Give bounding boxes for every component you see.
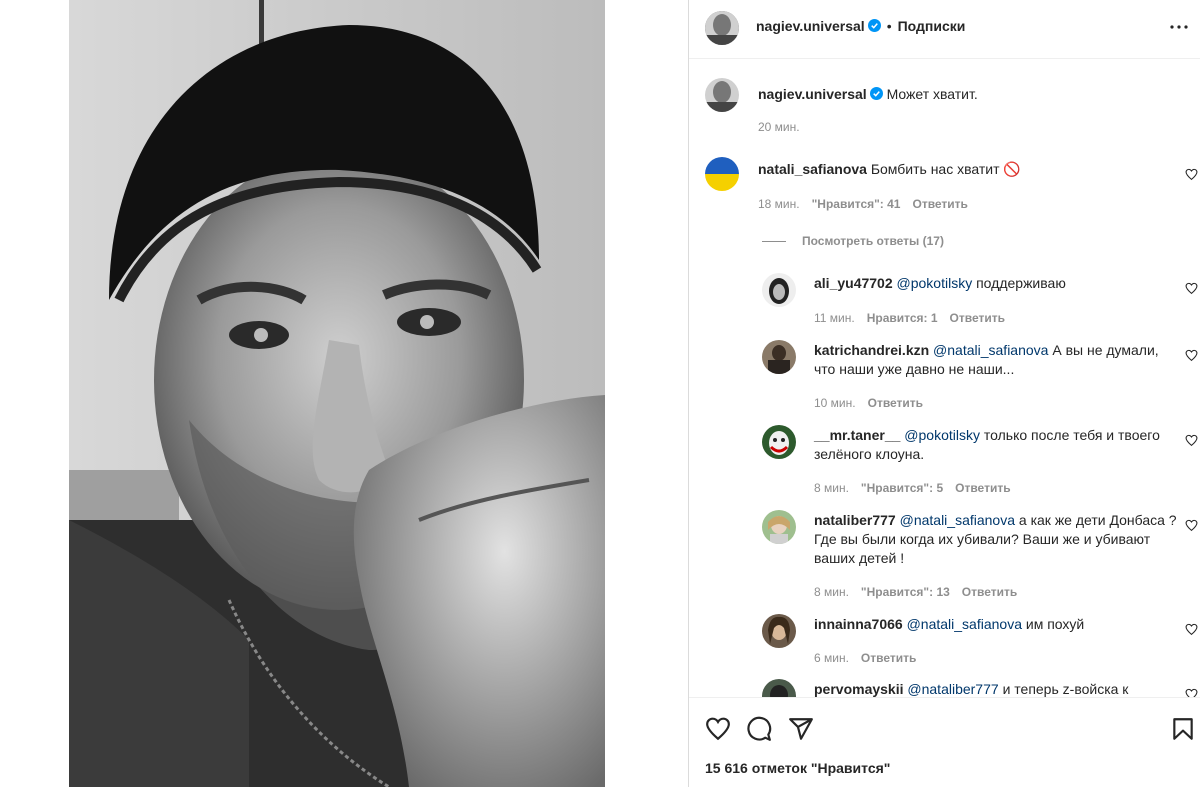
- reply-meta: 8 мин. "Нравится": 5 Ответить: [814, 481, 1023, 495]
- reply-button[interactable]: Ответить: [955, 481, 1010, 495]
- comment-time: 18 мин.: [758, 197, 800, 211]
- caption-text: nagiev.universal Может хватит.: [758, 85, 978, 104]
- reply-button[interactable]: Ответить: [962, 585, 1017, 599]
- post-header: nagiev.universal • Подписки: [689, 0, 1200, 59]
- reply-mention[interactable]: @pokotilsky: [897, 275, 973, 291]
- reply-button[interactable]: Ответить: [950, 311, 1005, 325]
- reply-username[interactable]: __mr.taner__: [814, 427, 900, 443]
- reply-username[interactable]: katrichandrei.kzn: [814, 342, 929, 358]
- reply-text: katrichandrei.kzn @natali_safianova А вы…: [814, 341, 1179, 379]
- reply-meta: 10 мин. Ответить: [814, 396, 935, 410]
- comment-avatar[interactable]: [705, 157, 739, 191]
- reply-mention[interactable]: @natali_safianova: [900, 512, 1015, 528]
- post-media-area: [0, 0, 688, 787]
- reply-mention[interactable]: @natali_safianova: [907, 616, 1022, 632]
- reply-text: pervomayskii @nataliber777 и теперь z-во…: [814, 680, 1128, 697]
- reply-mention[interactable]: @pokotilsky: [904, 427, 980, 443]
- reply-button[interactable]: Ответить: [861, 651, 916, 665]
- post-photo[interactable]: [69, 0, 605, 787]
- post-side-panel: nagiev.universal • Подписки nagiev.univers…: [689, 0, 1200, 787]
- likes-count[interactable]: 15 616 отметок "Нравится": [705, 760, 890, 776]
- reply-likes[interactable]: "Нравится": 5: [861, 481, 943, 495]
- reply-username[interactable]: nataliber777: [814, 512, 896, 528]
- reply-avatar[interactable]: [762, 340, 796, 374]
- comment-text: natali_safianova Бомбить нас хватит 🚫: [758, 160, 1021, 179]
- reply-text: ali_yu47702 @pokotilsky поддерживаю: [814, 274, 1174, 293]
- verified-badge-icon: [869, 87, 883, 100]
- reply-avatar[interactable]: [762, 510, 796, 544]
- portrait-image: [69, 0, 605, 787]
- reply-avatar[interactable]: [762, 679, 796, 697]
- reply-body: и теперь z-войска к: [1002, 681, 1129, 697]
- caption-meta: 20 мин.: [758, 120, 812, 134]
- comment-meta: 18 мин. "Нравится": 41 Ответить: [758, 197, 980, 211]
- reply-body: им похуй: [1025, 616, 1085, 632]
- reply-like-heart-icon[interactable]: [1185, 688, 1198, 697]
- reply-likes[interactable]: Нравится: 1: [867, 311, 938, 325]
- reply-meta: 6 мин. Ответить: [814, 651, 928, 665]
- more-options-icon[interactable]: [1167, 15, 1191, 39]
- reply-avatar[interactable]: [762, 273, 796, 307]
- author-username[interactable]: nagiev.universal: [756, 18, 865, 34]
- reply-meta: 8 мин. "Нравится": 13 Ответить: [814, 585, 1029, 599]
- comment-username[interactable]: natali_safianova: [758, 161, 867, 177]
- comment-icon[interactable]: [746, 716, 772, 742]
- reply-time: 11 мин.: [814, 311, 855, 325]
- bookmark-icon[interactable]: [1170, 716, 1196, 742]
- reply-text: innainna7066 @natali_safianova им похуй: [814, 615, 1179, 634]
- reply-body: поддерживаю: [976, 275, 1066, 291]
- comment-body: Бомбить нас хватит 🚫: [870, 161, 1021, 177]
- reply-mention[interactable]: @natali_safianova: [933, 342, 1048, 358]
- reply-time: 6 мин.: [814, 651, 849, 665]
- comment-likes[interactable]: "Нравится": 41: [812, 197, 901, 211]
- reply-mention[interactable]: @nataliber777: [907, 681, 998, 697]
- verified-badge-icon: [867, 19, 881, 32]
- reply-time: 8 мин.: [814, 481, 849, 495]
- caption-time: 20 мин.: [758, 120, 800, 134]
- reply-text: nataliber777 @natali_safianova а как же …: [814, 511, 1179, 568]
- author-avatar[interactable]: [705, 11, 739, 45]
- header-line: nagiev.universal • Подписки: [756, 18, 965, 34]
- caption-body: Может хватит.: [886, 86, 978, 102]
- heart-icon[interactable]: [705, 716, 731, 742]
- view-replies-line: [762, 241, 786, 243]
- comment-like-heart-icon[interactable]: [1185, 168, 1198, 181]
- reply-time: 8 мин.: [814, 585, 849, 599]
- caption-avatar[interactable]: [705, 78, 739, 112]
- caption-username[interactable]: nagiev.universal: [758, 86, 867, 102]
- reply-like-heart-icon[interactable]: [1185, 434, 1198, 447]
- reply-like-heart-icon[interactable]: [1185, 519, 1198, 532]
- reply-text: __mr.taner__ @pokotilsky только после те…: [814, 426, 1164, 464]
- view-replies-button[interactable]: Посмотреть ответы (17): [762, 234, 944, 248]
- reply-username[interactable]: innainna7066: [814, 616, 903, 632]
- reply-likes[interactable]: "Нравится": 13: [861, 585, 950, 599]
- following-button[interactable]: Подписки: [898, 18, 966, 34]
- reply-avatar[interactable]: [762, 425, 796, 459]
- header-separator: •: [886, 18, 892, 34]
- reply-username[interactable]: pervomayskii: [814, 681, 904, 697]
- comments-list[interactable]: nagiev.universal Может хватит. 20 мин. n…: [689, 59, 1200, 697]
- reply-like-heart-icon[interactable]: [1185, 623, 1198, 636]
- reply-button[interactable]: Ответить: [868, 396, 923, 410]
- view-replies-label: Посмотреть ответы (17): [802, 234, 944, 248]
- reply-time: 10 мин.: [814, 396, 856, 410]
- reply-meta: 11 мин. Нравится: 1 Ответить: [814, 311, 1017, 325]
- share-icon[interactable]: [788, 716, 814, 742]
- reply-username[interactable]: ali_yu47702: [814, 275, 893, 291]
- reply-avatar[interactable]: [762, 614, 796, 648]
- post-actions-bar: 15 616 отметок "Нравится": [689, 697, 1200, 788]
- reply-button[interactable]: Ответить: [912, 197, 967, 211]
- reply-like-heart-icon[interactable]: [1185, 282, 1198, 295]
- reply-like-heart-icon[interactable]: [1185, 349, 1198, 362]
